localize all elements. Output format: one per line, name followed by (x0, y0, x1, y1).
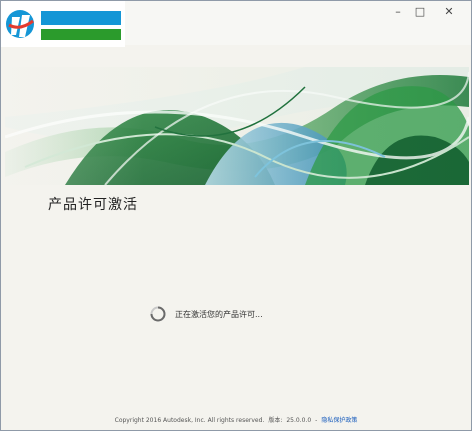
maximize-button[interactable]: □ (409, 3, 431, 19)
status-message: 正在激活您的产品许可... (175, 309, 263, 319)
page-title: 产品许可激活 (48, 197, 138, 213)
banner-fade (5, 67, 469, 185)
activation-status: 正在激活您的产品许可... (149, 305, 263, 323)
footer: Copyright 2016 Autodesk, Inc. All rights… (1, 415, 471, 424)
logo-green-bar (41, 29, 121, 40)
window-controls: – □ ✕ (387, 3, 467, 19)
logo-icon (6, 10, 34, 38)
logo-blue-bar (41, 11, 121, 25)
minimize-button[interactable]: – (387, 3, 409, 19)
banner-image (5, 67, 469, 185)
footer-separator: - (315, 417, 318, 424)
close-button[interactable]: ✕ (431, 3, 467, 19)
privacy-link[interactable]: 隐私保护政策 (321, 417, 357, 424)
activation-window: – □ ✕ 产品许可激活 正在激活您的产品许可... Copyright 201… (0, 0, 472, 431)
loading-spinner-icon (150, 306, 166, 322)
watermark-logo (1, 1, 125, 47)
version-number: 25.0.0.0 (286, 417, 312, 424)
version-label: 版本: (268, 417, 283, 424)
copyright-text: Copyright 2016 Autodesk, Inc. All rights… (114, 417, 265, 424)
